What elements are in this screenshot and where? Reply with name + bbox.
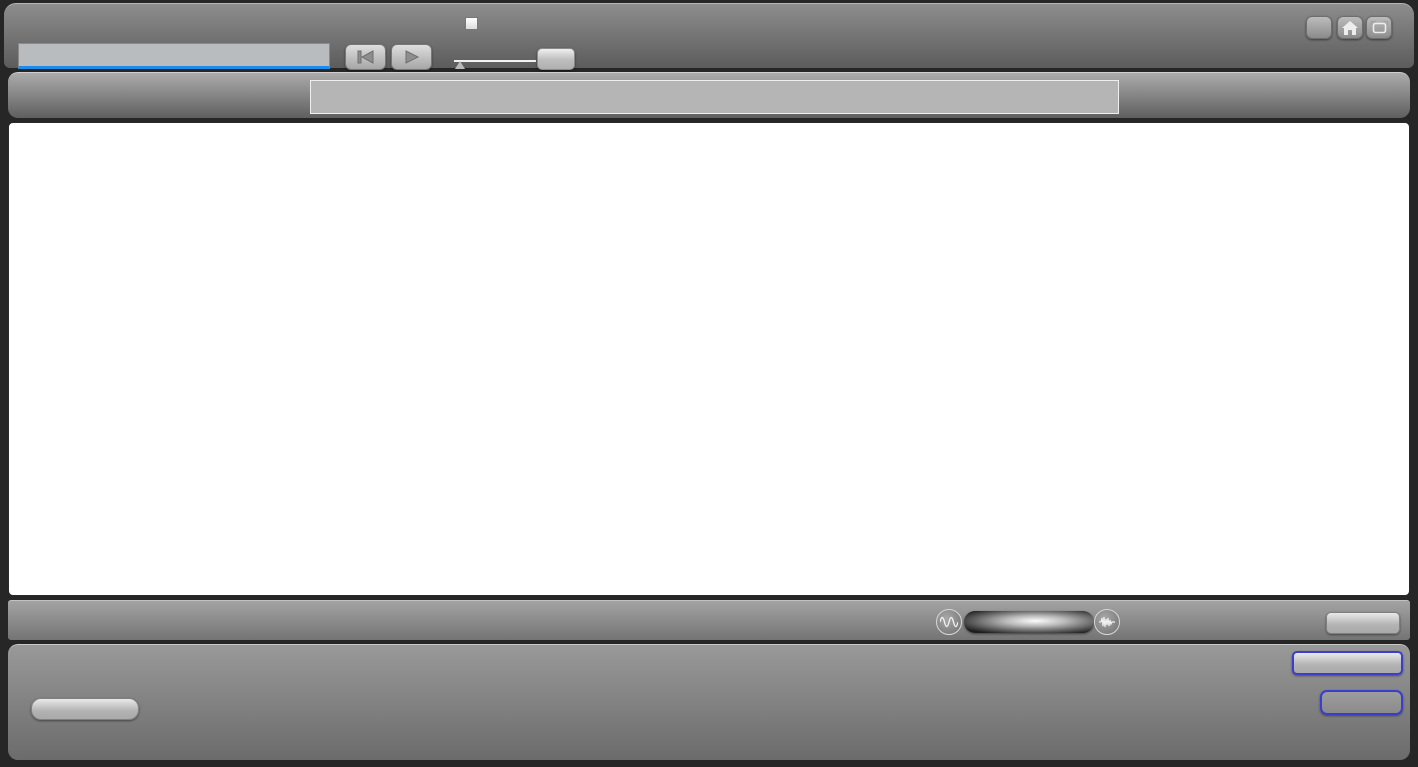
fullscreen-icon [1371,21,1388,35]
tempo-chart-canvas[interactable] [69,146,1333,556]
play-icon [404,50,420,64]
reset-button[interactable] [537,48,575,70]
control-panel [8,644,1410,760]
app-window [0,0,1418,767]
wave-small-button[interactable] [936,609,962,635]
ioi-button[interactable] [1320,690,1403,715]
home-button[interactable] [1337,16,1363,39]
sine-wave-icon [940,616,958,628]
waveform-icon [1098,616,1116,628]
track-name-input[interactable] [18,43,330,69]
version-button[interactable] [1306,16,1332,39]
volume-slider[interactable] [964,611,1094,633]
play-button[interactable] [391,44,432,70]
tempo-chart-panel [8,122,1410,596]
waveform-canvas[interactable] [311,81,1118,113]
speed-slider-thumb[interactable] [455,61,465,69]
share-screenshot-button[interactable] [1292,651,1403,675]
speed-slider[interactable] [454,60,536,62]
wave-large-button[interactable] [1094,609,1120,635]
top-toolbar [4,3,1414,68]
fullscreen-button[interactable] [1366,16,1392,39]
rewind-button[interactable] [345,44,386,70]
page-flip-control[interactable] [465,17,484,30]
waveform-track[interactable] [310,80,1119,114]
tempo-velocity-mode-button[interactable] [31,698,139,720]
waveform-panel [8,72,1410,118]
page-flip-checkbox[interactable] [465,17,478,30]
screenshot-button[interactable] [1326,612,1400,634]
home-icon [1342,21,1358,35]
info-bar [8,600,1410,640]
rewind-icon [356,50,376,64]
